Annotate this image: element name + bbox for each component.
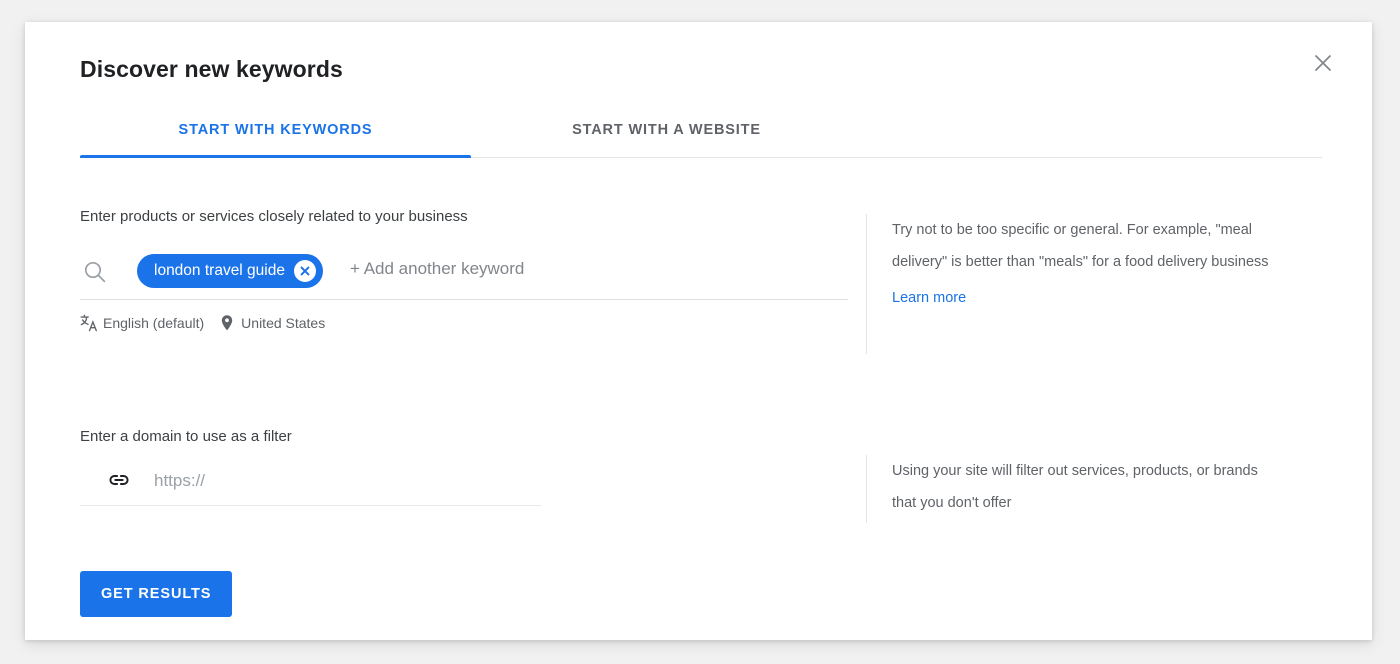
language-label: English (default) [103, 315, 204, 331]
keyword-chip[interactable]: london travel guide [137, 254, 323, 288]
active-tab-indicator [80, 155, 471, 158]
keyword-hint-panel: Try not to be too specific or general. F… [866, 214, 1286, 354]
search-icon [80, 257, 110, 287]
link-icon [107, 468, 131, 492]
close-circle-icon[interactable] [294, 260, 316, 282]
domain-hint-text: Using your site will filter out services… [892, 455, 1286, 519]
keyword-input-label: Enter products or services closely relat… [80, 208, 468, 225]
keyword-hint-text: Try not to be too specific or general. F… [892, 214, 1286, 278]
tab-label: START WITH KEYWORDS [179, 122, 373, 138]
language-selector[interactable]: English (default) [80, 314, 204, 332]
close-button[interactable] [1306, 46, 1340, 80]
domain-input-field[interactable] [80, 460, 541, 506]
keyword-input-field[interactable]: london travel guide + Add another keywor… [80, 250, 848, 300]
location-selector[interactable]: United States [218, 314, 325, 332]
add-another-keyword-placeholder[interactable]: + Add another keyword [350, 259, 524, 279]
page-title: Discover new keywords [80, 56, 343, 83]
tab-label: START WITH A WEBSITE [572, 122, 761, 138]
domain-input-label: Enter a domain to use as a filter [80, 428, 292, 445]
learn-more-link[interactable]: Learn more [892, 282, 966, 314]
keyword-chip-label: london travel guide [154, 262, 285, 280]
close-icon [1312, 52, 1334, 74]
domain-input[interactable] [152, 460, 532, 502]
discover-new-keywords-dialog: Discover new keywords START WITH KEYWORD… [25, 22, 1372, 640]
translate-icon [80, 314, 98, 332]
domain-hint-panel: Using your site will filter out services… [866, 455, 1286, 523]
get-results-button[interactable]: GET RESULTS [80, 571, 232, 617]
keyword-settings-row: English (default) United States [80, 312, 325, 334]
tab-bar: START WITH KEYWORDS START WITH A WEBSITE [80, 102, 1322, 158]
tab-start-with-a-website[interactable]: START WITH A WEBSITE [471, 102, 862, 158]
location-label: United States [241, 315, 325, 331]
location-pin-icon [218, 314, 236, 332]
tab-start-with-keywords[interactable]: START WITH KEYWORDS [80, 102, 471, 158]
